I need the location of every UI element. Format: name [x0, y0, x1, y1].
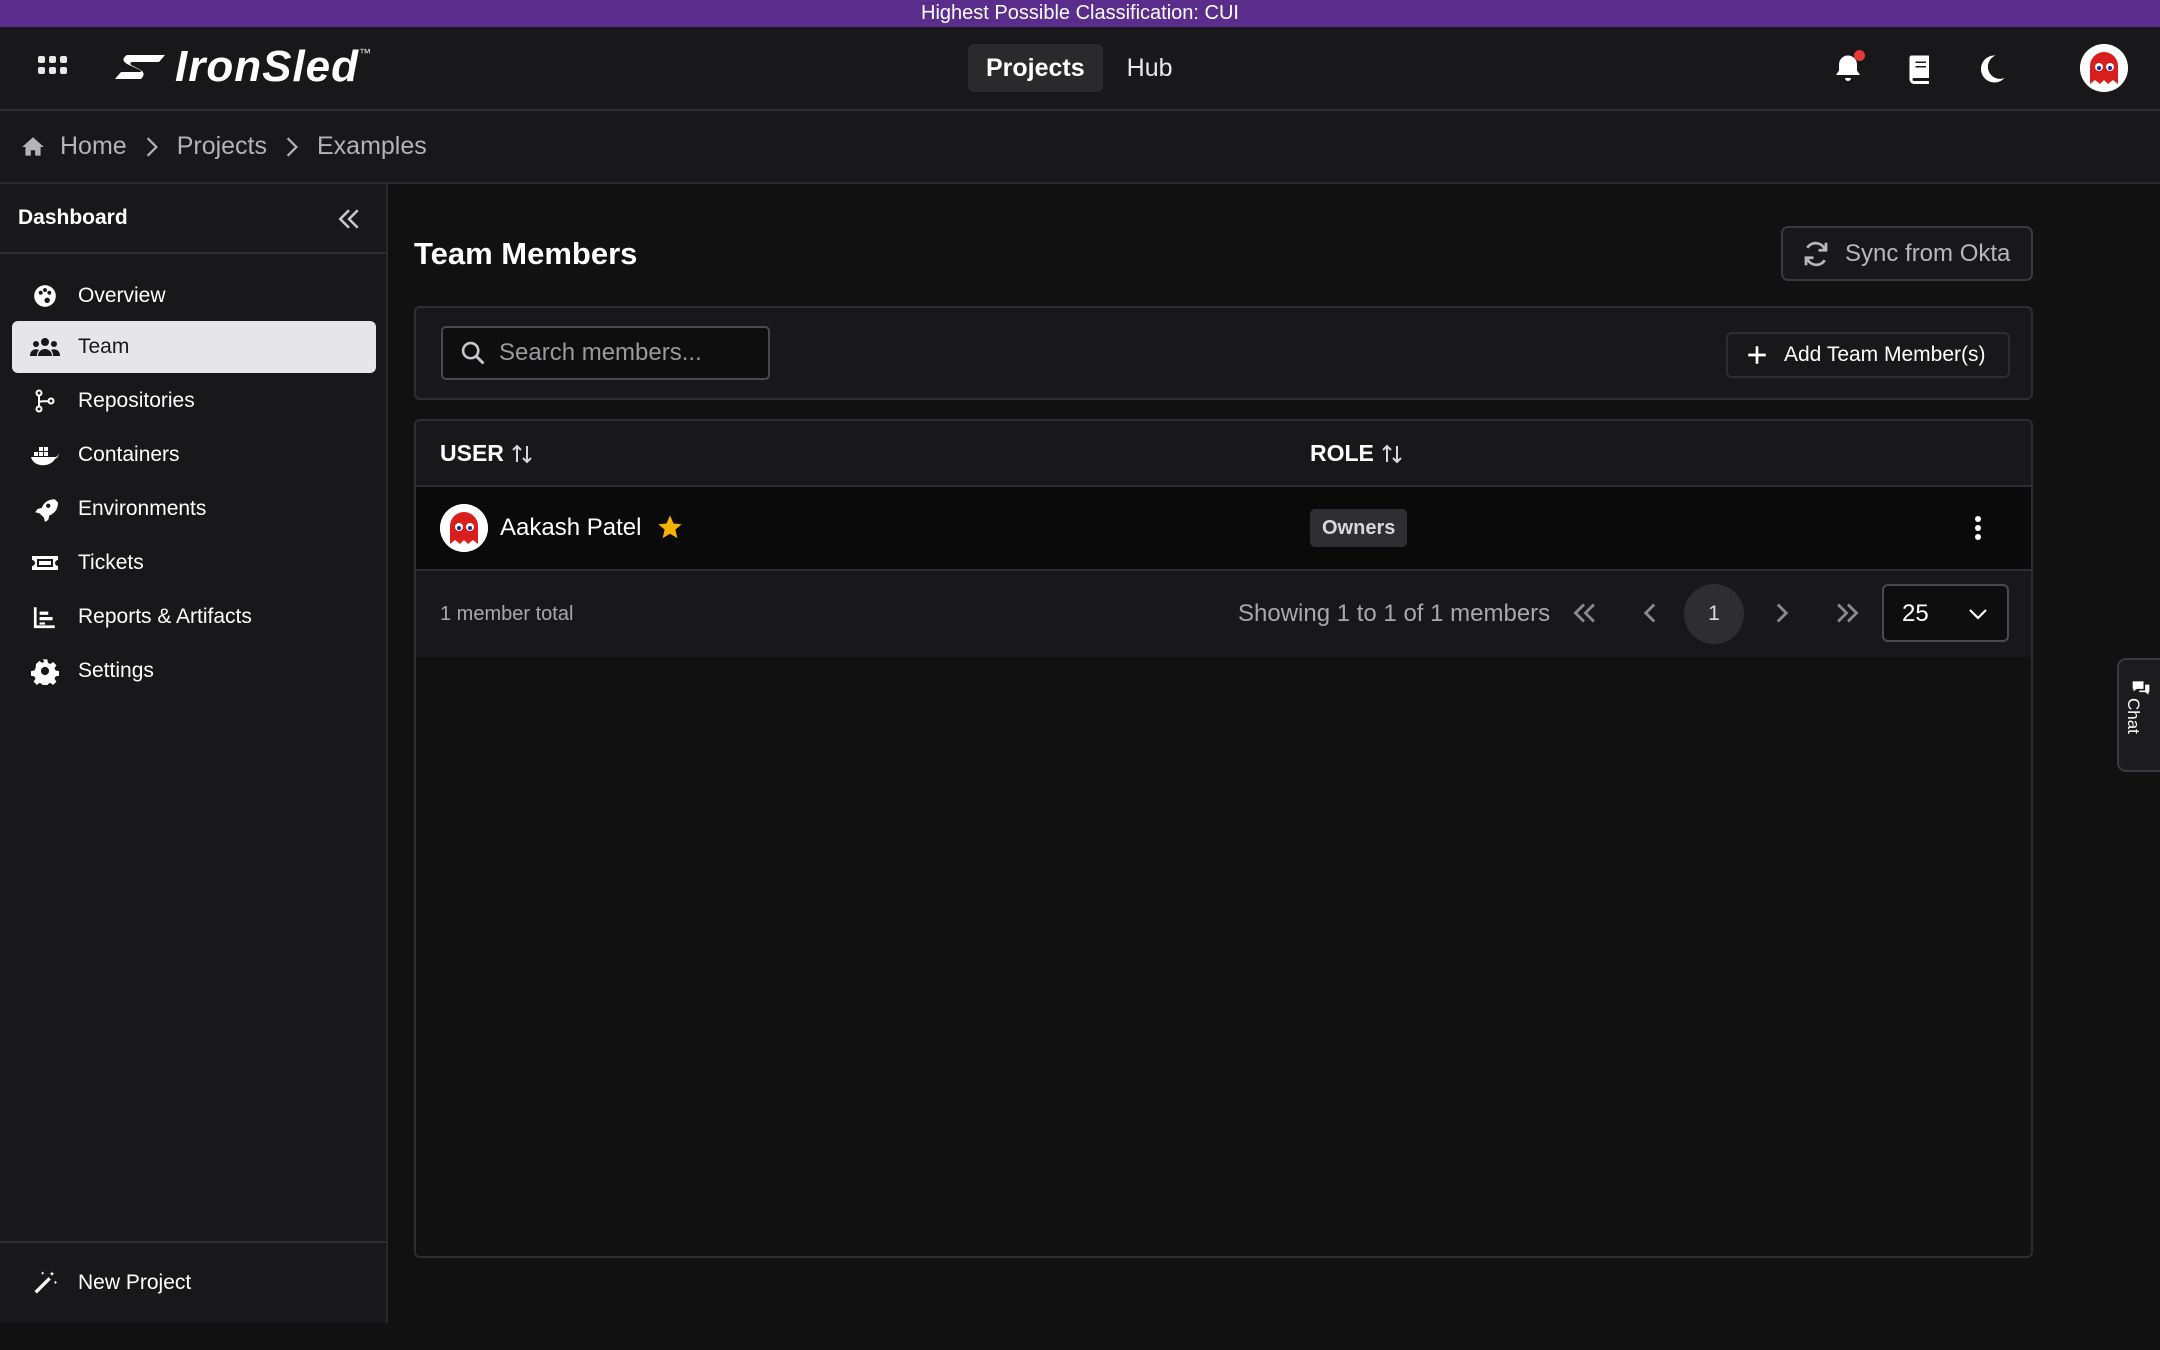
sidebar: Dashboard Overview Team Repositories Con… [0, 184, 388, 1323]
member-name: Aakash Patel [500, 514, 642, 541]
sort-icon [1382, 444, 1402, 463]
moon-icon[interactable] [1973, 51, 2009, 87]
sidebar-title: Dashboard [18, 206, 128, 229]
top-bar: IronSled ™ Projects Hub [0, 27, 2160, 111]
star-icon [658, 515, 682, 539]
pagination-summary: Showing 1 to 1 of 1 members [1238, 600, 1551, 627]
add-team-member-label: Add Team Member(s) [1784, 343, 1986, 366]
page-title: Team Members [414, 236, 638, 271]
column-role[interactable]: ROLE [1310, 440, 1404, 467]
more-options-icon[interactable] [1974, 515, 1982, 541]
sidebar-item-label: Containers [78, 443, 180, 466]
previous-page-icon[interactable] [1633, 596, 1667, 630]
users-icon [30, 332, 60, 362]
sidebar-item-label: Overview [78, 284, 166, 307]
sort-icon [512, 444, 532, 463]
table-header: USER ROLE [416, 421, 2031, 487]
user-avatar[interactable] [2080, 44, 2128, 92]
chevron-down-icon [1969, 609, 1987, 620]
chevron-right-icon [146, 136, 158, 157]
ticket-icon [30, 548, 60, 578]
member-total: 1 member total [440, 603, 574, 625]
plus-icon [1748, 346, 1766, 364]
classification-banner: Highest Possible Classification: CUI [0, 0, 2160, 27]
sidebar-item-settings[interactable]: Settings [12, 645, 376, 697]
new-project-button[interactable]: New Project [12, 1257, 376, 1309]
column-user-label: USER [440, 440, 504, 466]
add-team-member-button[interactable]: Add Team Member(s) [1726, 332, 2010, 378]
book-icon[interactable] [1902, 51, 1938, 87]
sidebar-item-repositories[interactable]: Repositories [12, 375, 376, 427]
first-page-icon[interactable] [1567, 596, 1601, 630]
docker-icon [30, 440, 60, 470]
search-input[interactable]: Search members... [441, 326, 770, 380]
branch-icon [30, 386, 60, 416]
member-avatar [440, 504, 488, 552]
chevron-right-icon [286, 136, 298, 157]
column-role-label: ROLE [1310, 440, 1374, 466]
brand-logo[interactable]: IronSled ™ [113, 42, 372, 91]
sync-okta-button[interactable]: Sync from Okta [1781, 226, 2033, 281]
table-footer: 1 member total Showing 1 to 1 of 1 membe… [416, 571, 2031, 657]
sidebar-footer: New Project [0, 1241, 386, 1323]
gear-icon [30, 656, 60, 686]
sidebar-item-overview[interactable]: Overview [12, 270, 376, 322]
brand-mark-icon [115, 55, 165, 79]
brand-name: IronSled [175, 42, 360, 91]
last-page-icon[interactable] [1831, 596, 1865, 630]
collapse-sidebar-icon[interactable] [334, 204, 364, 234]
current-page-button[interactable]: 1 [1684, 584, 1744, 644]
table-row[interactable]: Aakash Patel Owners [416, 487, 2031, 571]
rocket-icon [30, 494, 60, 524]
topnav-projects[interactable]: Projects [968, 44, 1103, 92]
sidebar-item-reports[interactable]: Reports & Artifacts [12, 591, 376, 643]
page-size-select[interactable]: 25 [1882, 584, 2009, 642]
sidebar-item-label: Team [78, 335, 130, 358]
page-bottom [0, 1323, 2160, 1350]
bell-icon[interactable] [1830, 50, 1866, 87]
apps-grid-icon[interactable] [38, 56, 68, 78]
magic-wand-icon [30, 1268, 60, 1298]
breadcrumb-home[interactable]: Home [60, 132, 127, 161]
page-size-value: 25 [1902, 600, 1929, 627]
topnav-hub[interactable]: Hub [1109, 44, 1191, 92]
breadcrumb-examples[interactable]: Examples [317, 132, 427, 161]
sidebar-item-label: Reports & Artifacts [78, 605, 252, 628]
sidebar-item-environments[interactable]: Environments [12, 483, 376, 535]
chat-icon [2132, 681, 2150, 695]
search-placeholder: Search members... [499, 339, 702, 366]
new-project-label: New Project [78, 1271, 192, 1294]
chat-label: Chat [2124, 698, 2143, 734]
top-nav: Projects Hub [968, 44, 1191, 92]
sidebar-item-tickets[interactable]: Tickets [12, 537, 376, 589]
sidebar-item-label: Environments [78, 497, 207, 520]
column-user[interactable]: USER [440, 440, 534, 467]
members-toolbar: Search members... Add Team Member(s) [414, 306, 2033, 400]
breadcrumb: Home Projects Examples [0, 111, 2160, 184]
chart-icon [30, 602, 60, 632]
sync-okta-label: Sync from Okta [1845, 239, 2011, 267]
notification-dot [1854, 50, 1865, 61]
sidebar-item-team[interactable]: Team [12, 321, 376, 373]
sidebar-item-label: Repositories [78, 389, 195, 412]
sidebar-header: Dashboard [0, 184, 386, 254]
members-table: USER ROLE Aakash Patel Owners 1 member t… [414, 419, 2033, 1258]
role-badge: Owners [1310, 509, 1408, 547]
home-icon[interactable] [20, 134, 46, 160]
palette-icon [30, 281, 60, 311]
next-page-icon[interactable] [1765, 596, 1799, 630]
refresh-icon [1804, 241, 1828, 266]
brand-trademark: ™ [359, 46, 372, 60]
search-icon [461, 341, 485, 365]
sidebar-item-containers[interactable]: Containers [12, 429, 376, 481]
chat-tab[interactable]: Chat [2117, 658, 2160, 772]
breadcrumb-projects[interactable]: Projects [177, 132, 267, 161]
sidebar-item-label: Tickets [78, 551, 144, 574]
sidebar-item-label: Settings [78, 659, 154, 682]
